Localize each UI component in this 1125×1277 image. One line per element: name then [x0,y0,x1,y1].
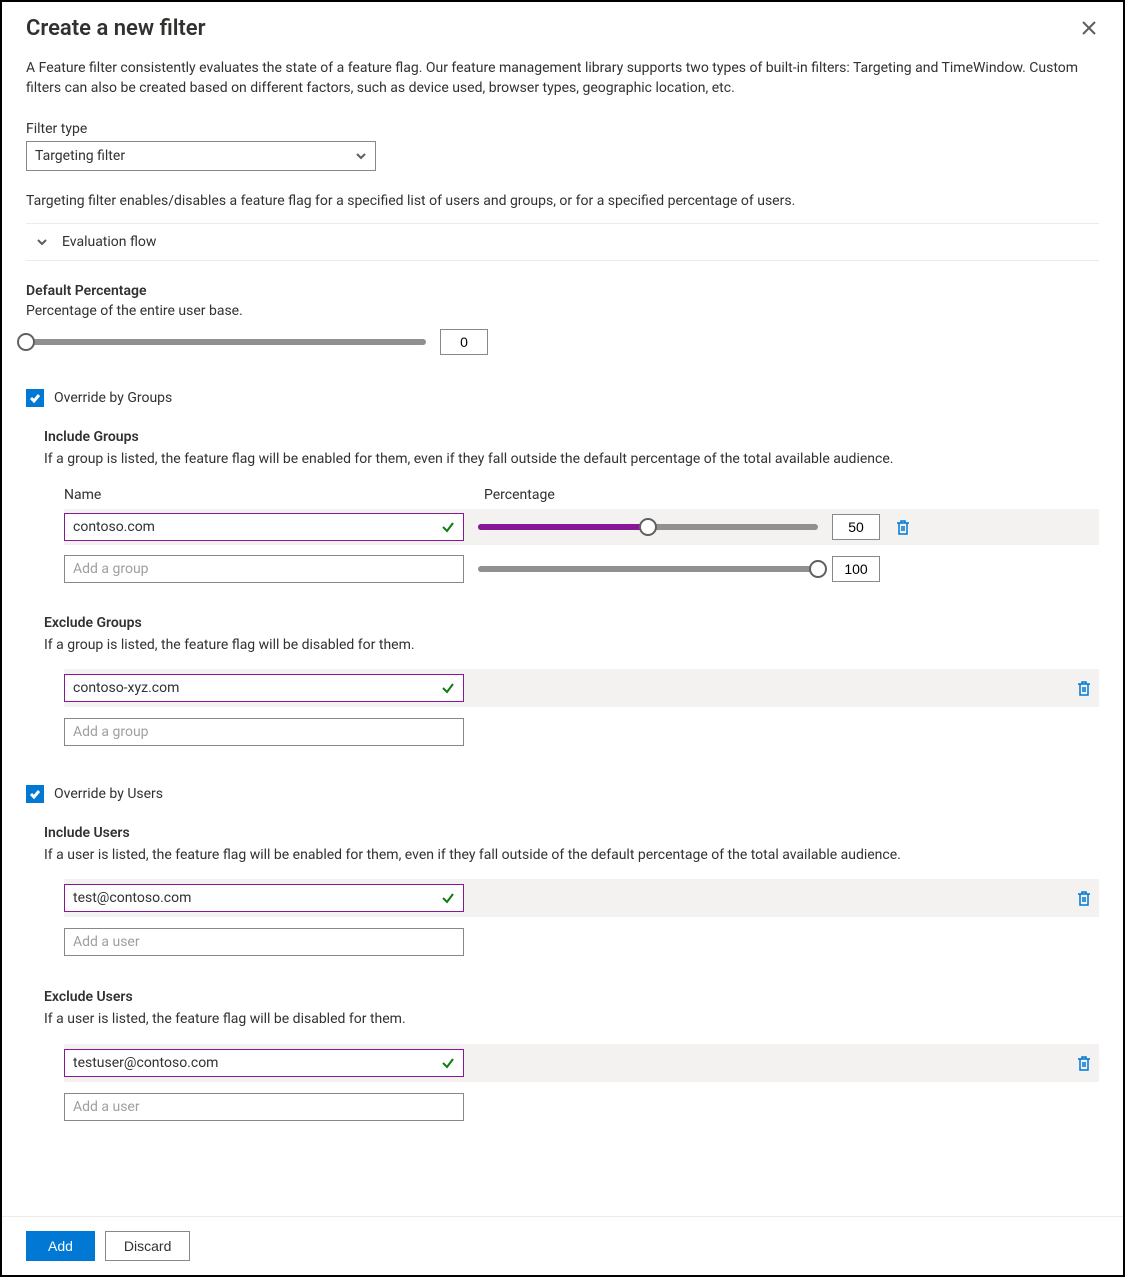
panel-body: A Feature filter consistently evaluates … [2,50,1123,1216]
exclude-groups-desc: If a group is listed, the feature flag w… [44,635,1099,655]
delete-icon[interactable] [1075,1054,1093,1072]
exclude-users-heading: Exclude Users [44,989,1099,1005]
exclude-group-input[interactable]: contoso-xyz.com [64,674,464,702]
include-user-row: test@contoso.com [64,879,1099,917]
filter-description: A Feature filter consistently evaluates … [26,58,1099,99]
chevron-down-icon [355,150,367,162]
filter-type-dropdown[interactable]: Targeting filter [26,141,376,171]
discard-button[interactable]: Discard [105,1231,190,1261]
panel-header: Create a new filter [2,2,1123,50]
exclude-user-input[interactable]: testuser@contoso.com [64,1049,464,1077]
include-group-row: contoso.com [64,509,1099,545]
include-groups-desc: If a group is listed, the feature flag w… [44,449,1099,469]
add-include-user-placeholder: Add a user [73,934,140,950]
add-button[interactable]: Add [26,1231,95,1261]
close-button[interactable] [1075,14,1103,42]
group-percentage-slider[interactable] [478,566,818,572]
override-users-label: Override by Users [54,786,163,802]
include-group-placeholder-row: Add a group [64,551,1099,587]
add-exclude-group-input[interactable]: Add a group [64,718,464,746]
exclude-user-placeholder-row: Add a user [64,1088,1099,1126]
checkmark-icon [29,788,41,800]
group-name-input[interactable]: contoso.com [64,513,464,541]
valid-icon [441,891,455,905]
delete-icon[interactable] [1075,679,1093,697]
exclude-user-row: testuser@contoso.com [64,1044,1099,1082]
default-percentage-heading: Default Percentage [26,283,1099,299]
include-users-desc: If a user is listed, the feature flag wi… [44,845,1099,865]
override-groups-checkbox[interactable] [26,389,44,407]
column-name: Name [64,487,484,503]
override-users-checkbox[interactable] [26,785,44,803]
valid-icon [441,681,455,695]
add-include-user-input[interactable]: Add a user [64,928,464,956]
add-exclude-group-placeholder: Add a group [73,724,149,740]
exclude-group-placeholder-row: Add a group [64,713,1099,751]
group-percentage-slider[interactable] [478,524,818,530]
valid-icon [441,520,455,534]
include-user-placeholder-row: Add a user [64,923,1099,961]
delete-icon[interactable] [1075,889,1093,907]
chevron-down-icon [36,236,48,248]
group-percentage-input[interactable] [832,514,880,540]
add-group-input[interactable]: Add a group [64,555,464,583]
group-name-value: contoso.com [73,519,155,535]
exclude-groups-heading: Exclude Groups [44,615,1099,631]
default-percentage-slider[interactable] [26,339,426,345]
column-percentage: Percentage [484,487,555,503]
override-users-row: Override by Users [26,785,1099,803]
create-filter-panel: Create a new filter A Feature filter con… [0,0,1125,1277]
add-exclude-user-placeholder: Add a user [73,1099,140,1115]
valid-icon [441,1056,455,1070]
override-groups-label: Override by Groups [54,390,172,406]
include-groups-headers: Name Percentage [64,487,1099,503]
add-group-placeholder: Add a group [73,561,149,577]
default-percentage-input[interactable] [440,329,488,355]
targeting-description: Targeting filter enables/disables a feat… [26,193,1099,209]
delete-icon[interactable] [894,518,912,536]
default-percentage-subtext: Percentage of the entire user base. [26,303,1099,319]
panel-title: Create a new filter [26,16,1075,41]
filter-type-label: Filter type [26,121,1099,137]
include-user-input[interactable]: test@contoso.com [64,884,464,912]
evaluation-flow-toggle[interactable]: Evaluation flow [26,223,1099,261]
exclude-users-desc: If a user is listed, the feature flag wi… [44,1009,1099,1029]
filter-type-value: Targeting filter [35,148,125,164]
exclude-group-value: contoso-xyz.com [73,680,179,696]
default-percentage-row [26,329,1099,355]
override-groups-row: Override by Groups [26,389,1099,407]
group-percentage-input[interactable] [832,556,880,582]
users-section: Include Users If a user is listed, the f… [44,825,1099,1126]
exclude-group-row: contoso-xyz.com [64,669,1099,707]
groups-section: Include Groups If a group is listed, the… [44,429,1099,752]
evaluation-flow-label: Evaluation flow [62,234,156,250]
close-icon [1082,21,1096,35]
include-users-heading: Include Users [44,825,1099,841]
panel-footer: Add Discard [2,1216,1123,1275]
checkmark-icon [29,392,41,404]
exclude-user-value: testuser@contoso.com [73,1055,218,1071]
include-user-value: test@contoso.com [73,890,191,906]
include-groups-heading: Include Groups [44,429,1099,445]
add-exclude-user-input[interactable]: Add a user [64,1093,464,1121]
